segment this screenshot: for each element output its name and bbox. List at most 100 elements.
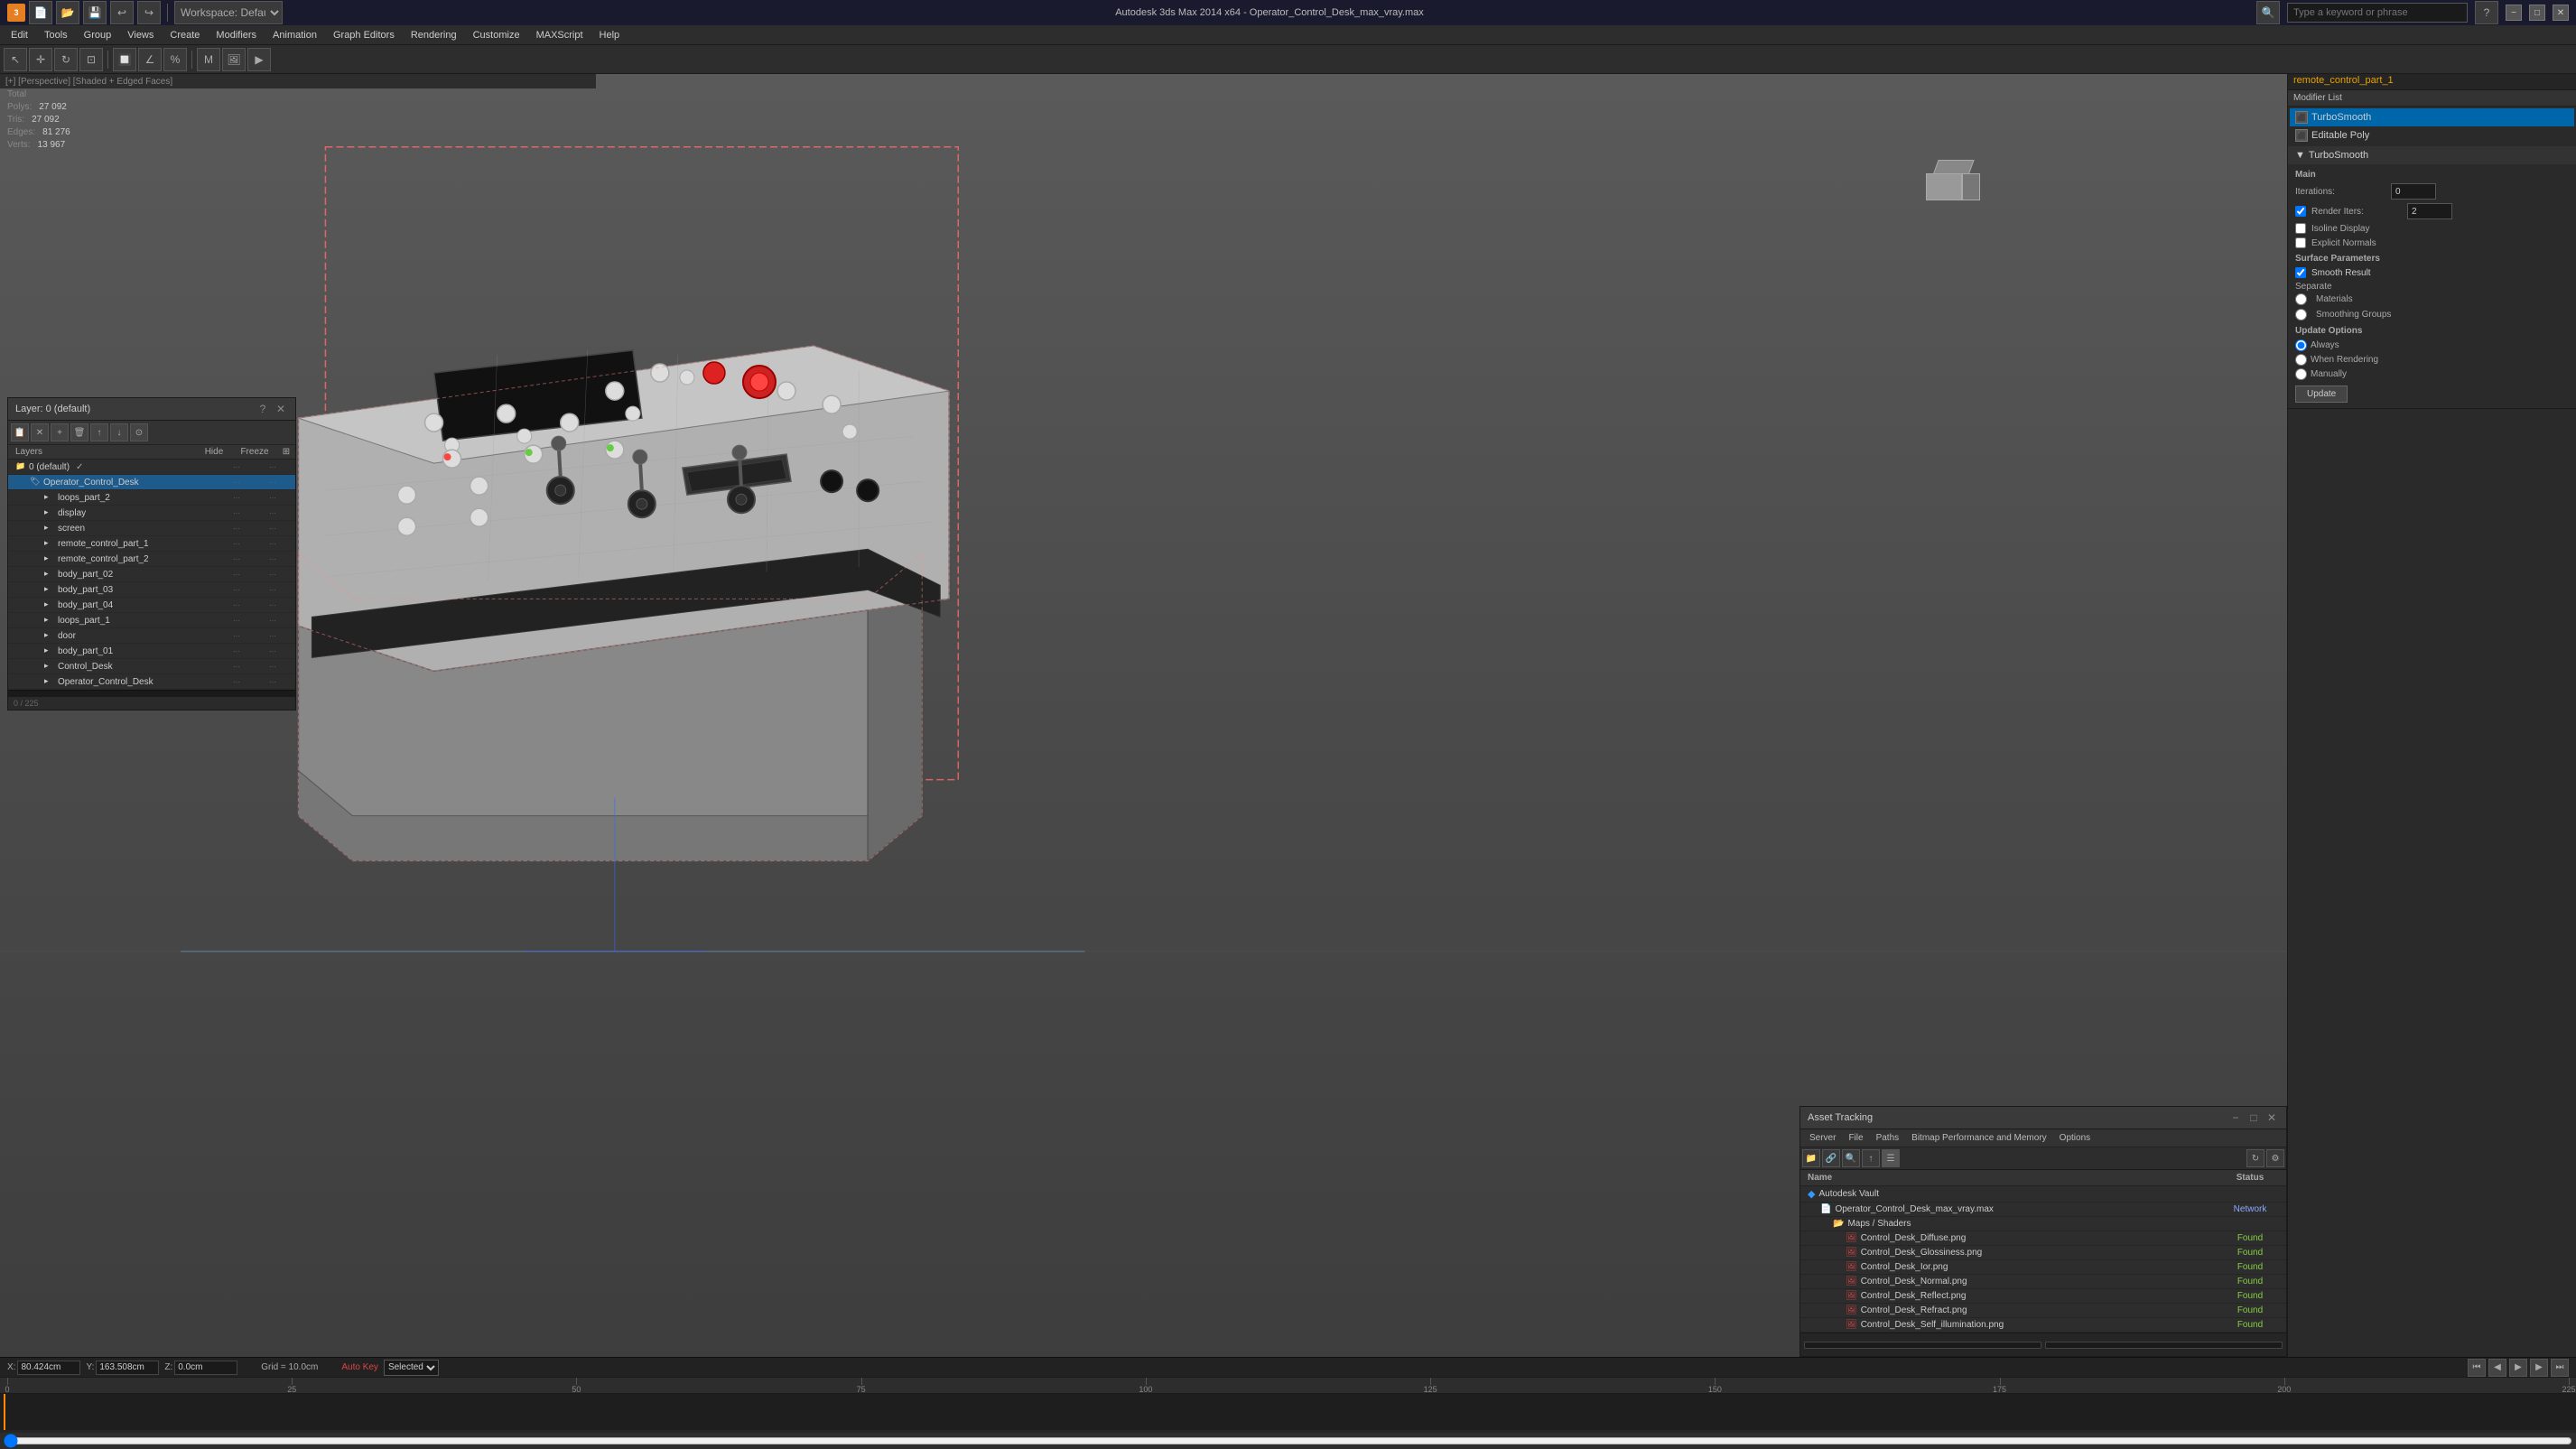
select-btn[interactable]: ↖ [4,48,27,71]
render-setup-btn[interactable]: 🖼 [222,48,246,71]
asset-item-1[interactable]: 📄 Operator_Control_Desk_max_vray.max Net… [1800,1203,2286,1217]
layer-item-6[interactable]: ▸ remote_control_part_2 ··· ··· [8,552,295,567]
menu-modifiers[interactable]: Modifiers [209,28,264,42]
minimize-btn[interactable]: − [2506,5,2522,21]
asset-menu-bitmap[interactable]: Bitmap Performance and Memory [1906,1131,2052,1145]
materials-radio[interactable] [2295,293,2307,305]
layer-item-14[interactable]: ▸ Operator_Control_Desk ··· ··· [8,674,295,690]
redo-btn[interactable]: ↪ [137,1,161,24]
goto-end-btn[interactable]: ⏭ [2551,1359,2569,1377]
asset-btn-list[interactable]: ☰ [1882,1149,1900,1167]
undo-btn[interactable]: ↩ [110,1,134,24]
layer-btn-delete[interactable]: 🗑 [70,423,88,441]
render-iters-input[interactable] [2407,203,2452,219]
snap-btn[interactable]: 🔲 [113,48,136,71]
render-iters-checkbox[interactable] [2295,206,2306,217]
new-btn[interactable]: 📄 [29,1,52,24]
explicit-normals-checkbox[interactable] [2295,237,2306,248]
nav-cube-widget[interactable] [1921,155,1985,218]
rotate-btn[interactable]: ↻ [54,48,78,71]
iterations-input[interactable] [2391,183,2436,200]
search-input[interactable] [2287,3,2468,23]
play-btn[interactable]: ▶ [2509,1359,2527,1377]
always-radio[interactable] [2295,339,2307,351]
asset-refresh-btn[interactable]: ↻ [2246,1149,2264,1167]
modifier-turbosmooth[interactable]: ⬛ TurboSmooth [2290,108,2574,126]
asset-item-6[interactable]: 🖼 Control_Desk_Normal.png Found [1800,1275,2286,1289]
menu-customize[interactable]: Customize [466,28,527,42]
maximize-btn[interactable]: □ [2529,5,2545,21]
menu-create[interactable]: Create [163,28,207,42]
asset-item-7[interactable]: 🖼 Control_Desk_Reflect.png Found [1800,1289,2286,1304]
asset-menu-paths[interactable]: Paths [1871,1131,1905,1145]
menu-animation[interactable]: Animation [265,28,324,42]
asset-minimize-btn[interactable]: − [2228,1110,2243,1125]
asset-settings-btn[interactable]: ⚙ [2266,1149,2284,1167]
modifier-editable-poly[interactable]: ⬛ Editable Poly [2290,126,2574,144]
layer-btn-select[interactable]: ⊙ [130,423,148,441]
asset-item-8[interactable]: 🖼 Control_Desk_Refract.png Found [1800,1304,2286,1318]
update-button[interactable]: Update [2295,385,2348,403]
angle-snap-btn[interactable]: ∠ [138,48,162,71]
layer-btn-1[interactable]: 📋 [11,423,29,441]
menu-rendering[interactable]: Rendering [404,28,464,42]
close-btn[interactable]: ✕ [2553,5,2569,21]
manually-radio[interactable] [2295,368,2307,380]
layer-item-10[interactable]: ▸ loops_part_1 ··· ··· [8,613,295,628]
layer-item-3[interactable]: ▸ display ··· ··· [8,506,295,521]
layer-item-9[interactable]: ▸ body_part_04 ··· ··· [8,598,295,613]
y-input[interactable] [96,1361,159,1375]
nav-cube-side[interactable] [1962,173,1980,200]
save-btn[interactable]: 💾 [83,1,107,24]
asset-item-4[interactable]: 🖼 Control_Desk_Glossiness.png Found [1800,1246,2286,1260]
nav-cube-front[interactable] [1926,173,1962,200]
menu-views[interactable]: Views [120,28,161,42]
layers-scrollbar[interactable] [8,690,295,697]
move-btn[interactable]: ✛ [29,48,52,71]
menu-maxscript[interactable]: MAXScript [529,28,591,42]
layer-btn-up[interactable]: ↑ [90,423,108,441]
asset-btn-3[interactable]: 🔍 [1842,1149,1860,1167]
next-frame-btn[interactable]: ▶ [2530,1359,2548,1377]
layer-item-1[interactable]: 🏷 Operator_Control_Desk ··· ··· [8,475,295,490]
when-rendering-radio[interactable] [2295,354,2307,366]
asset-menu-options[interactable]: Options [2054,1131,2096,1145]
asset-btn-1[interactable]: 📁 [1802,1149,1820,1167]
layer-item-13[interactable]: ▸ Control_Desk ··· ··· [8,659,295,674]
navigation-cube[interactable] [1921,155,1994,228]
layers-help-btn[interactable]: ? [256,402,270,416]
menu-help[interactable]: Help [592,28,628,42]
layer-btn-add[interactable]: + [51,423,69,441]
smoothing-groups-radio[interactable] [2295,309,2307,320]
z-input[interactable] [174,1361,237,1375]
layer-btn-down[interactable]: ↓ [110,423,128,441]
layer-item-4[interactable]: ▸ screen ··· ··· [8,521,295,536]
layer-item-7[interactable]: ▸ body_part_02 ··· ··· [8,567,295,582]
smooth-result-checkbox[interactable] [2295,267,2306,278]
goto-start-btn[interactable]: ⏮ [2468,1359,2486,1377]
open-btn[interactable]: 📂 [56,1,79,24]
asset-btn-4[interactable]: ↑ [1862,1149,1880,1167]
scale-btn[interactable]: ⊡ [79,48,103,71]
asset-item-9[interactable]: 🖼 Control_Desk_Self_illumination.png Fou… [1800,1318,2286,1333]
prev-frame-btn[interactable]: ◀ [2488,1359,2506,1377]
frame-slider[interactable] [4,1435,2572,1447]
search-btn[interactable]: 🔍 [2256,1,2280,24]
asset-close-btn[interactable]: ✕ [2264,1110,2279,1125]
asset-item-5[interactable]: 🖼 Control_Desk_Ior.png Found [1800,1260,2286,1275]
asset-menu-file[interactable]: File [1843,1131,1868,1145]
menu-group[interactable]: Group [77,28,119,42]
layer-item-0[interactable]: 📁 0 (default) ✓ ··· ··· [8,460,295,475]
asset-item-3[interactable]: 🖼 Control_Desk_Diffuse.png Found [1800,1231,2286,1246]
menu-edit[interactable]: Edit [4,28,35,42]
asset-item-2[interactable]: 📂 Maps / Shaders [1800,1217,2286,1231]
layer-item-8[interactable]: ▸ body_part_03 ··· ··· [8,582,295,598]
layer-item-12[interactable]: ▸ body_part_01 ··· ··· [8,644,295,659]
asset-menu-server[interactable]: Server [1804,1131,1841,1145]
layer-item-11[interactable]: ▸ door ··· ··· [8,628,295,644]
menu-graph-editors[interactable]: Graph Editors [326,28,402,42]
timeline-track[interactable] [0,1394,2576,1430]
turbosmooth-header[interactable]: ▼ TurboSmooth [2288,146,2576,164]
layers-close-btn[interactable]: ✕ [274,402,288,416]
render-btn[interactable]: ▶ [247,48,271,71]
